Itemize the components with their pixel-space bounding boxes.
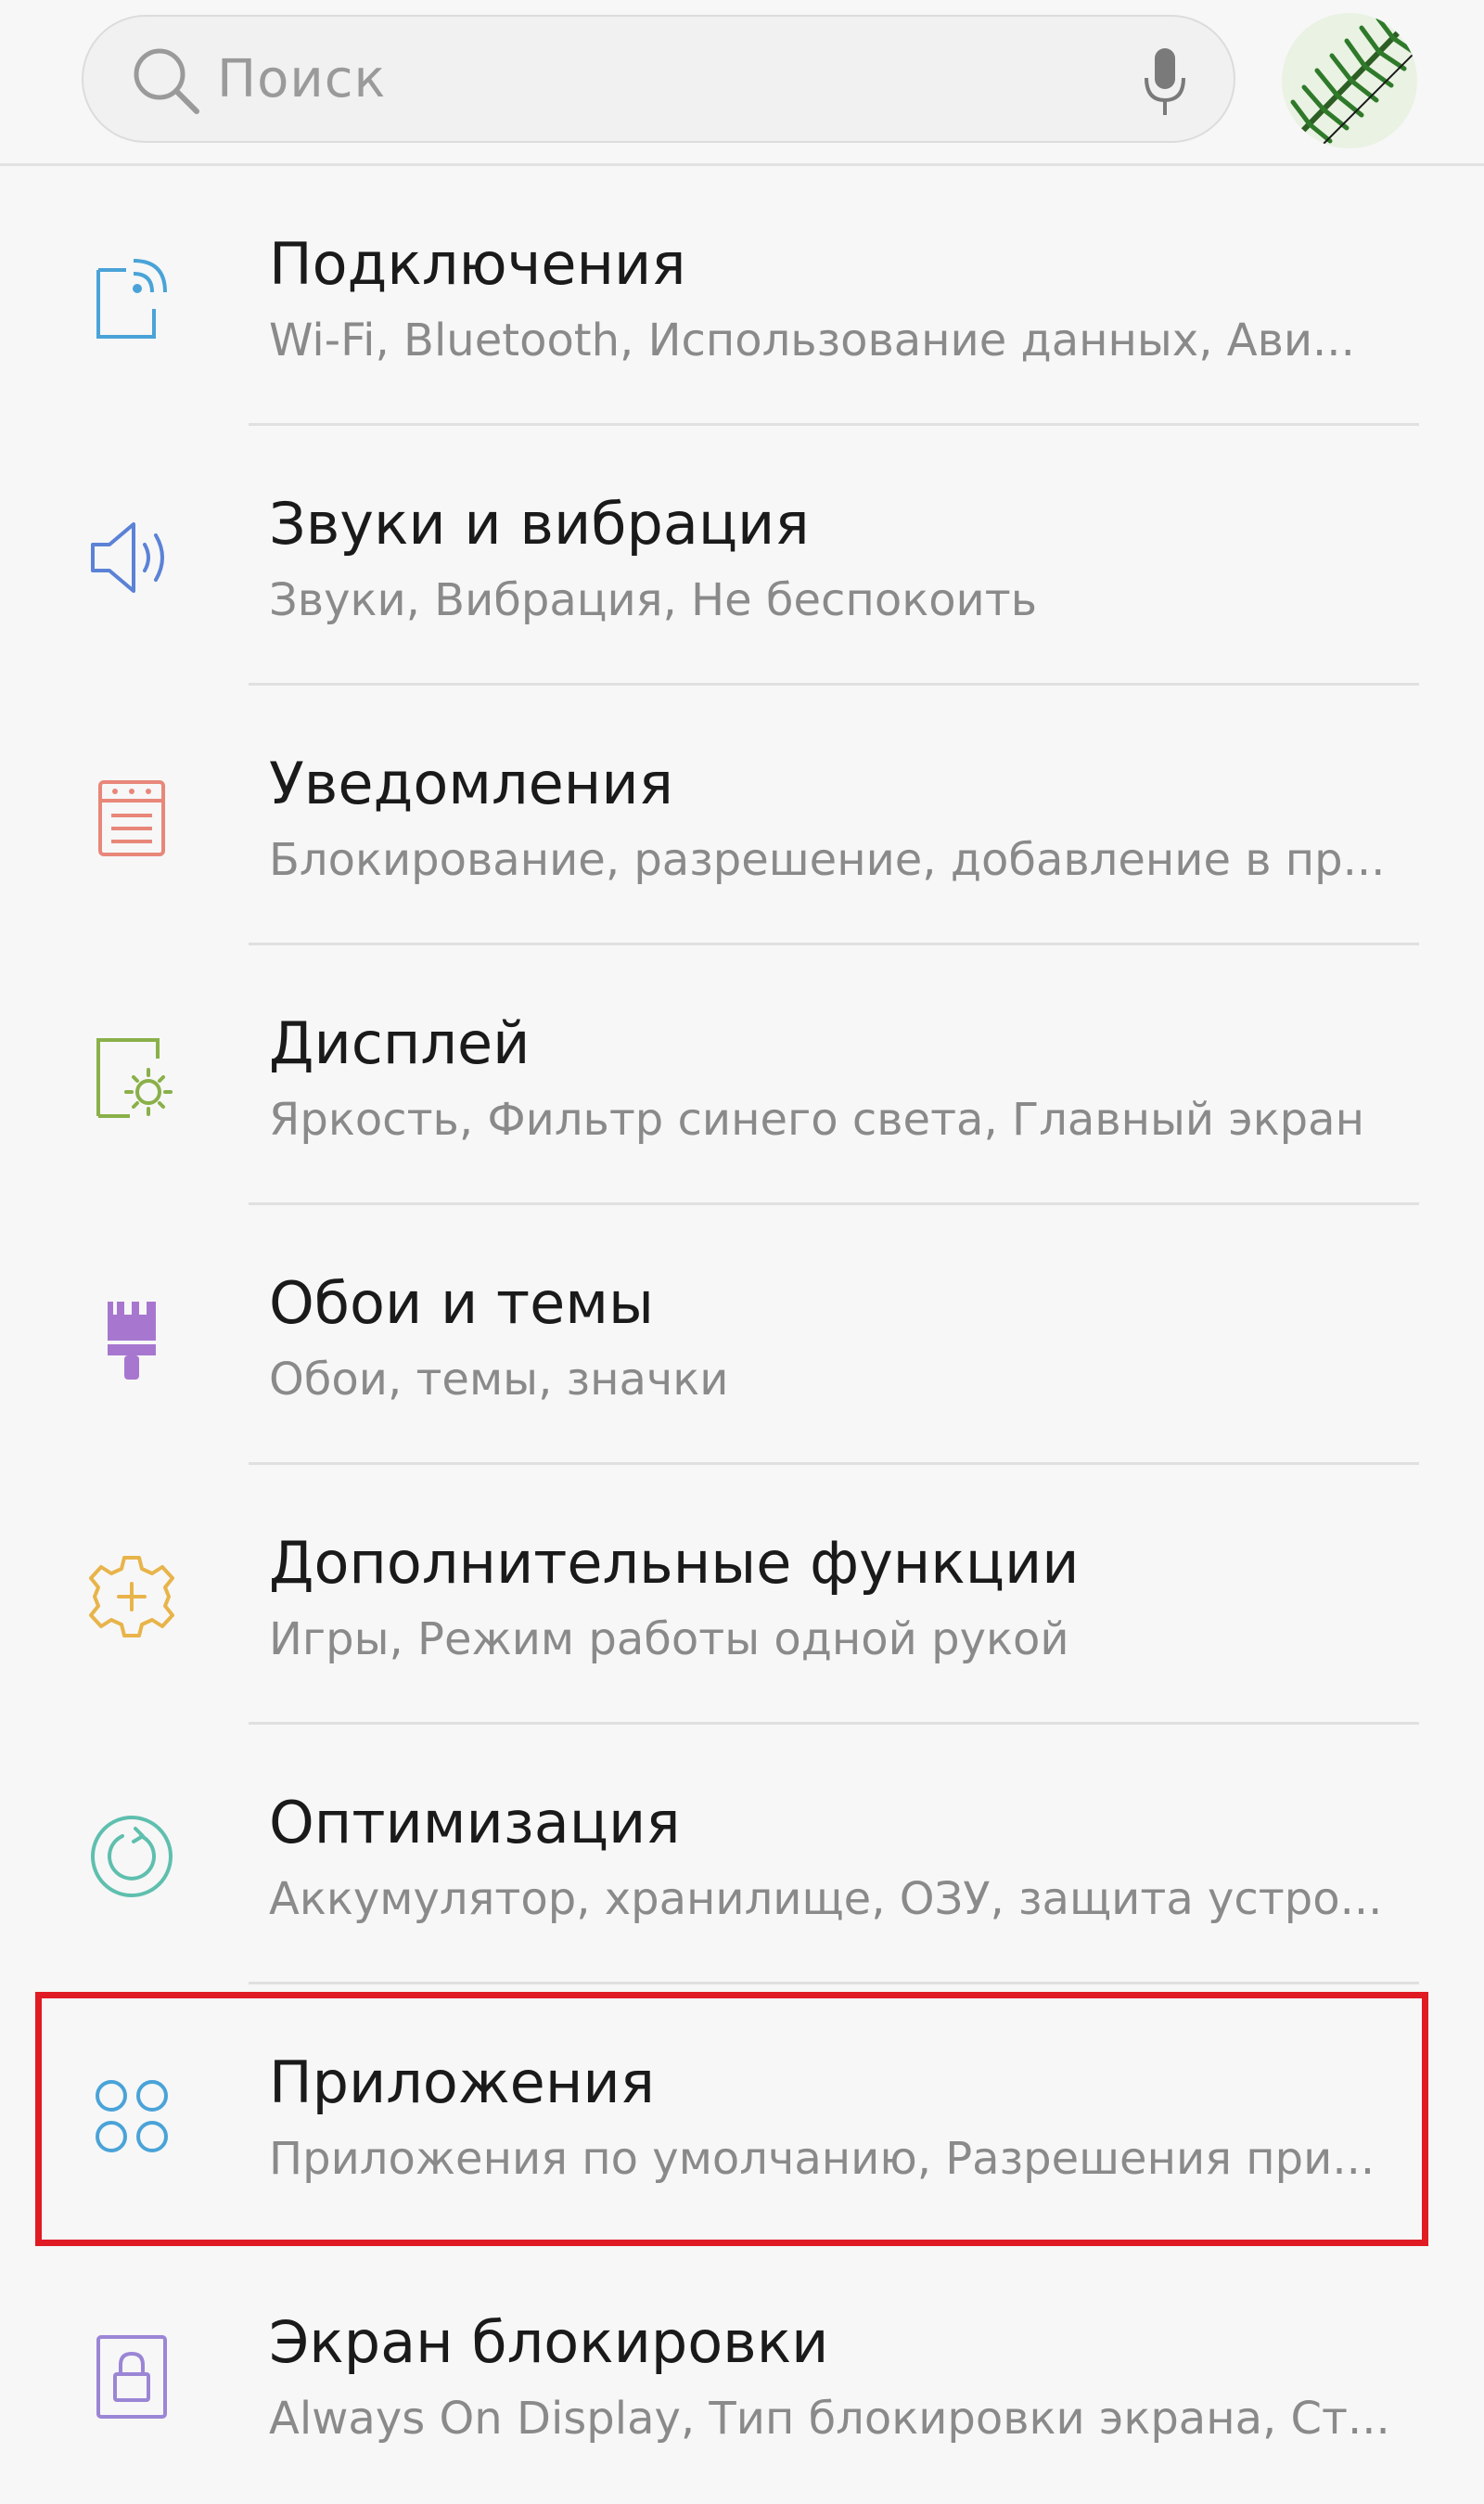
settings-item-subtitle: Звуки, Вибрация, Не беспокоить (269, 574, 1037, 626)
settings-item-sounds[interactable]: Звуки и вибрация Звуки, Вибрация, Не бес… (0, 426, 1484, 686)
gear-plus-icon (89, 1556, 174, 1637)
settings-item-title: Оптимизация (269, 1789, 681, 1856)
search-input[interactable]: Поиск (217, 52, 386, 108)
microphone-icon[interactable] (1137, 45, 1193, 119)
settings-item-notifications[interactable]: Уведомления Блокирование, разрешение, до… (0, 686, 1484, 945)
settings-item-subtitle: Блокирование, разрешение, добавление в п… (269, 834, 1386, 886)
settings-item-subtitle: Яркость, Фильтр синего света, Главный эк… (269, 1094, 1364, 1146)
settings-item-wallpapers[interactable]: Обои и темы Обои, темы, значки (0, 1205, 1484, 1465)
optimization-icon (91, 1816, 173, 1897)
speaker-icon (91, 522, 164, 593)
settings-item-title: Звуки и вибрация (269, 490, 810, 558)
avatar[interactable] (1282, 13, 1417, 148)
settings-item-subtitle: Обои, темы, значки (269, 1354, 729, 1406)
settings-item-subtitle: Wi-Fi, Bluetooth, Использование данных, … (269, 315, 1355, 366)
settings-item-display[interactable]: Дисплей Яркость, Фильтр синего света, Гл… (0, 945, 1484, 1205)
search-bar[interactable]: Поиск (82, 15, 1235, 143)
search-icon (134, 48, 199, 114)
notifications-icon (98, 780, 165, 856)
paintbrush-icon (108, 1302, 156, 1380)
apps-highlight-frame (35, 1992, 1428, 2246)
settings-item-title: Дисплей (269, 1009, 531, 1077)
fern-leaf-avatar-image (1282, 13, 1417, 148)
settings-item-lock-screen[interactable]: Экран блокировки Always On Display, Тип … (0, 2244, 1484, 2504)
connections-icon (96, 259, 167, 339)
settings-item-title: Подключения (269, 230, 686, 298)
settings-item-connections[interactable]: Подключения Wi-Fi, Bluetooth, Использова… (0, 166, 1484, 426)
settings-item-subtitle: Игры, Режим работы одной рукой (269, 1613, 1069, 1665)
settings-item-subtitle: Аккумулятор, хранилище, ОЗУ, защита устр… (269, 1873, 1383, 1925)
settings-item-title: Обои и темы (269, 1269, 654, 1337)
settings-item-advanced[interactable]: Дополнительные функции Игры, Режим работ… (0, 1465, 1484, 1725)
settings-item-optimization[interactable]: Оптимизация Аккумулятор, хранилище, ОЗУ,… (0, 1725, 1484, 1984)
lock-screen-icon (96, 2335, 167, 2419)
settings-item-title: Уведомления (269, 750, 673, 817)
settings-item-title: Экран блокировки (269, 2308, 829, 2376)
header: Поиск (0, 0, 1484, 166)
settings-item-title: Дополнительные функции (269, 1529, 1080, 1597)
display-icon (96, 1038, 173, 1118)
settings-item-subtitle: Always On Display, Тип блокировки экрана… (269, 2393, 1390, 2445)
